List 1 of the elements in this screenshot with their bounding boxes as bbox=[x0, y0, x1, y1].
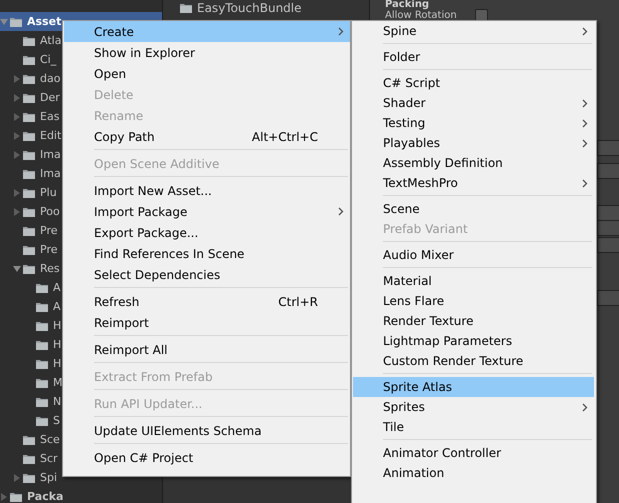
field-label: Allow Rotation bbox=[385, 10, 457, 20]
